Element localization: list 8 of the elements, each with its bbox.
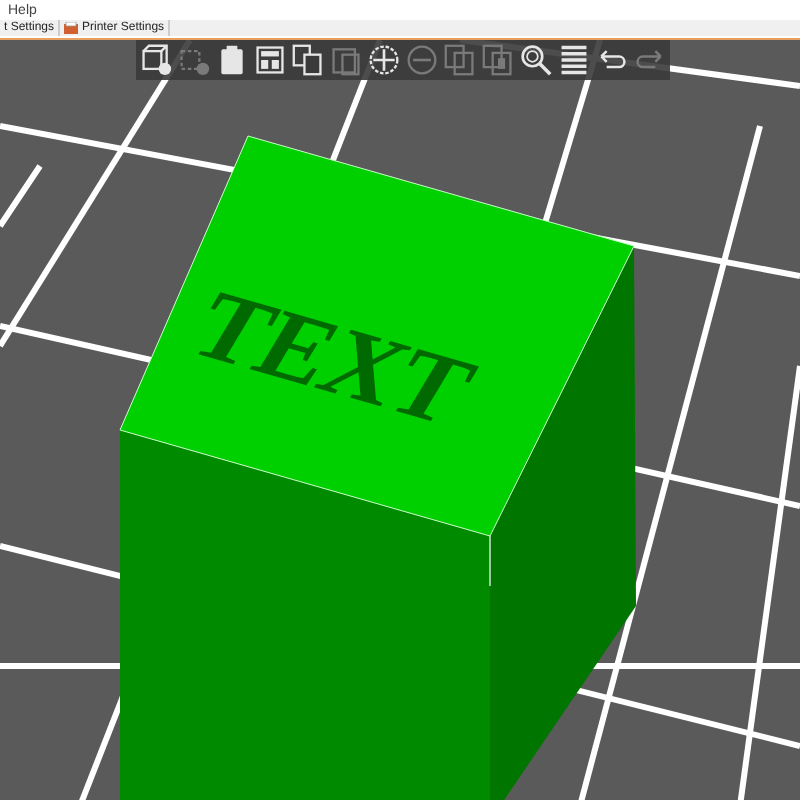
copy-icon[interactable]: [292, 44, 324, 76]
layers-icon[interactable]: [558, 44, 590, 76]
cube-plus-icon[interactable]: [140, 44, 172, 76]
search-icon[interactable]: [520, 44, 552, 76]
clipboard-icon[interactable]: [216, 44, 248, 76]
embossed-model-text: TEXT: [171, 273, 492, 446]
layout-grid-icon[interactable]: [254, 44, 286, 76]
plus-circle-icon[interactable]: [368, 44, 400, 76]
